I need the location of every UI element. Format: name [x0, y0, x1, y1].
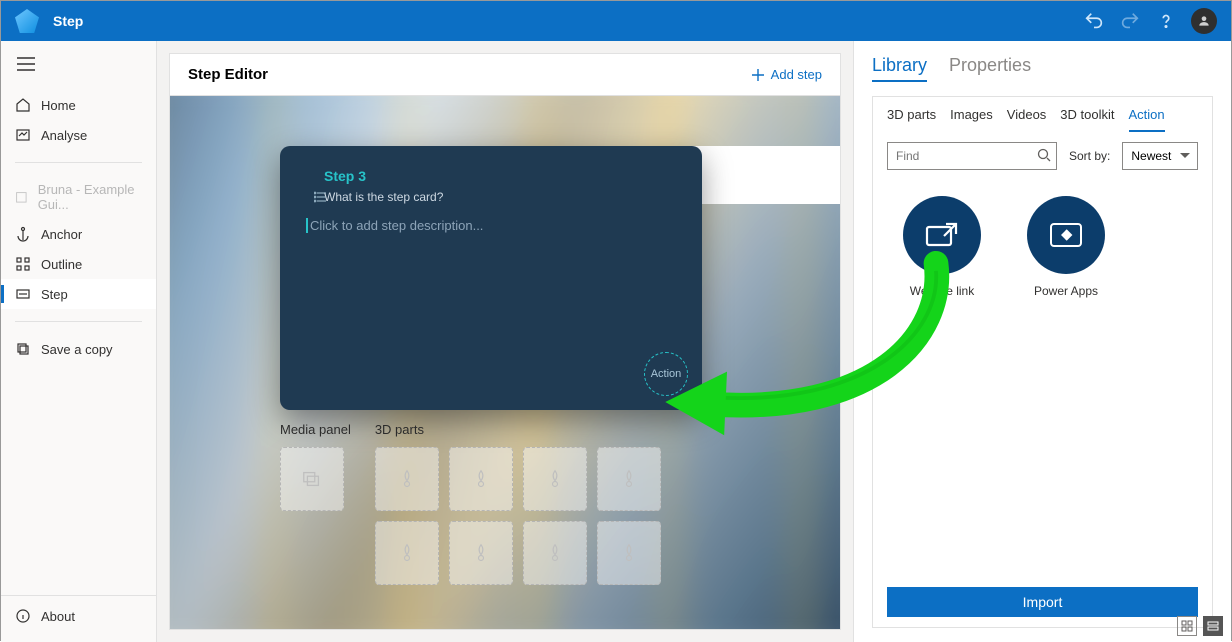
analyse-icon: [15, 127, 31, 143]
add-step-label: Add step: [771, 67, 822, 82]
part-slot[interactable]: [449, 521, 513, 585]
action-slot[interactable]: Action: [644, 352, 688, 396]
sidebar-label: Outline: [41, 257, 82, 272]
help-icon[interactable]: [1155, 10, 1177, 32]
header-title: Step: [53, 13, 1083, 29]
search-icon: [1037, 148, 1051, 162]
part-slot[interactable]: [449, 447, 513, 511]
lib-tab-toolkit[interactable]: 3D toolkit: [1060, 107, 1114, 132]
lib-tab-3d-parts[interactable]: 3D parts: [887, 107, 936, 132]
sidebar-item-anchor[interactable]: Anchor: [1, 219, 156, 249]
sidebar-label: Home: [41, 98, 76, 113]
sidebar-item-outline[interactable]: Outline: [1, 249, 156, 279]
part-slot[interactable]: [597, 521, 661, 585]
sidebar-label: Step: [41, 287, 68, 302]
info-icon: [15, 608, 31, 624]
sidebar-item-about[interactable]: About: [1, 595, 156, 636]
sidebar: Home Analyse Bruna - Example Gui... Anch…: [1, 41, 157, 642]
part-slot[interactable]: [523, 447, 587, 511]
outline-icon: [15, 256, 31, 272]
add-step-button[interactable]: Add step: [751, 67, 822, 82]
guide-icon: [15, 189, 28, 205]
app-logo-icon: [15, 9, 39, 33]
tab-properties[interactable]: Properties: [949, 55, 1031, 82]
step-icon: [15, 286, 31, 302]
library-search[interactable]: [887, 142, 1057, 170]
home-icon: [15, 97, 31, 113]
sidebar-item-analyse[interactable]: Analyse: [1, 120, 156, 150]
media-slot[interactable]: [280, 447, 344, 511]
right-panel: Library Properties 3D parts Images Video…: [853, 41, 1231, 642]
search-input[interactable]: [887, 142, 1057, 170]
power-apps-icon: [1027, 196, 1105, 274]
save-copy-icon: [15, 341, 31, 357]
tab-library[interactable]: Library: [872, 55, 927, 82]
3d-parts-label: 3D parts: [375, 422, 661, 437]
sidebar-item-home[interactable]: Home: [1, 90, 156, 120]
lib-tab-images[interactable]: Images: [950, 107, 993, 132]
step-subtitle: What is the step card?: [324, 190, 676, 204]
part-slot[interactable]: [375, 447, 439, 511]
step-number: Step 3: [324, 168, 676, 184]
main-area: Step Editor Add step: [157, 41, 853, 642]
sidebar-label: About: [41, 609, 75, 624]
sidebar-label: Anchor: [41, 227, 82, 242]
view-grid-button[interactable]: [1177, 616, 1197, 636]
sidebar-label: Analyse: [41, 128, 87, 143]
library-item-power-apps[interactable]: Power Apps: [1027, 196, 1105, 298]
editor-canvas: Step 3 What is the step card? Click to a…: [170, 96, 840, 629]
undo-icon[interactable]: [1083, 10, 1105, 32]
sort-by-label: Sort by:: [1069, 149, 1110, 163]
library-item-label: Power Apps: [1034, 284, 1098, 298]
library-item-label: Website link: [910, 284, 974, 298]
redo-icon[interactable]: [1119, 10, 1141, 32]
list-icon: [314, 190, 328, 204]
view-list-button[interactable]: [1203, 616, 1223, 636]
editor-title: Step Editor: [188, 66, 268, 83]
sidebar-label: Save a copy: [41, 342, 113, 357]
user-avatar[interactable]: [1191, 8, 1217, 34]
part-slot[interactable]: [597, 447, 661, 511]
step-editor-panel: Step Editor Add step: [169, 53, 841, 630]
step-description-input[interactable]: Click to add step description...: [306, 218, 676, 233]
lib-tab-videos[interactable]: Videos: [1007, 107, 1047, 132]
sort-dropdown[interactable]: Newest: [1122, 142, 1198, 170]
sidebar-label: Bruna - Example Gui...: [38, 182, 142, 212]
anchor-icon: [15, 226, 31, 242]
media-panel-col: Media panel: [280, 422, 351, 585]
media-panel-label: Media panel: [280, 422, 351, 437]
part-slot[interactable]: [375, 521, 439, 585]
website-link-icon: [903, 196, 981, 274]
library-panel: 3D parts Images Videos 3D toolkit Action…: [872, 96, 1213, 628]
library-item-website-link[interactable]: Website link: [903, 196, 981, 298]
hamburger-button[interactable]: [1, 47, 156, 86]
sidebar-item-save-copy[interactable]: Save a copy: [1, 334, 156, 364]
lib-tab-action[interactable]: Action: [1129, 107, 1165, 132]
sidebar-item-guide[interactable]: Bruna - Example Gui...: [1, 175, 156, 219]
step-card: Step 3 What is the step card? Click to a…: [280, 146, 702, 410]
sidebar-item-step[interactable]: Step: [1, 279, 156, 309]
import-button[interactable]: Import: [887, 587, 1198, 617]
3d-parts-col: 3D parts: [375, 422, 661, 585]
app-header: Step: [1, 1, 1231, 41]
part-slot[interactable]: [523, 521, 587, 585]
